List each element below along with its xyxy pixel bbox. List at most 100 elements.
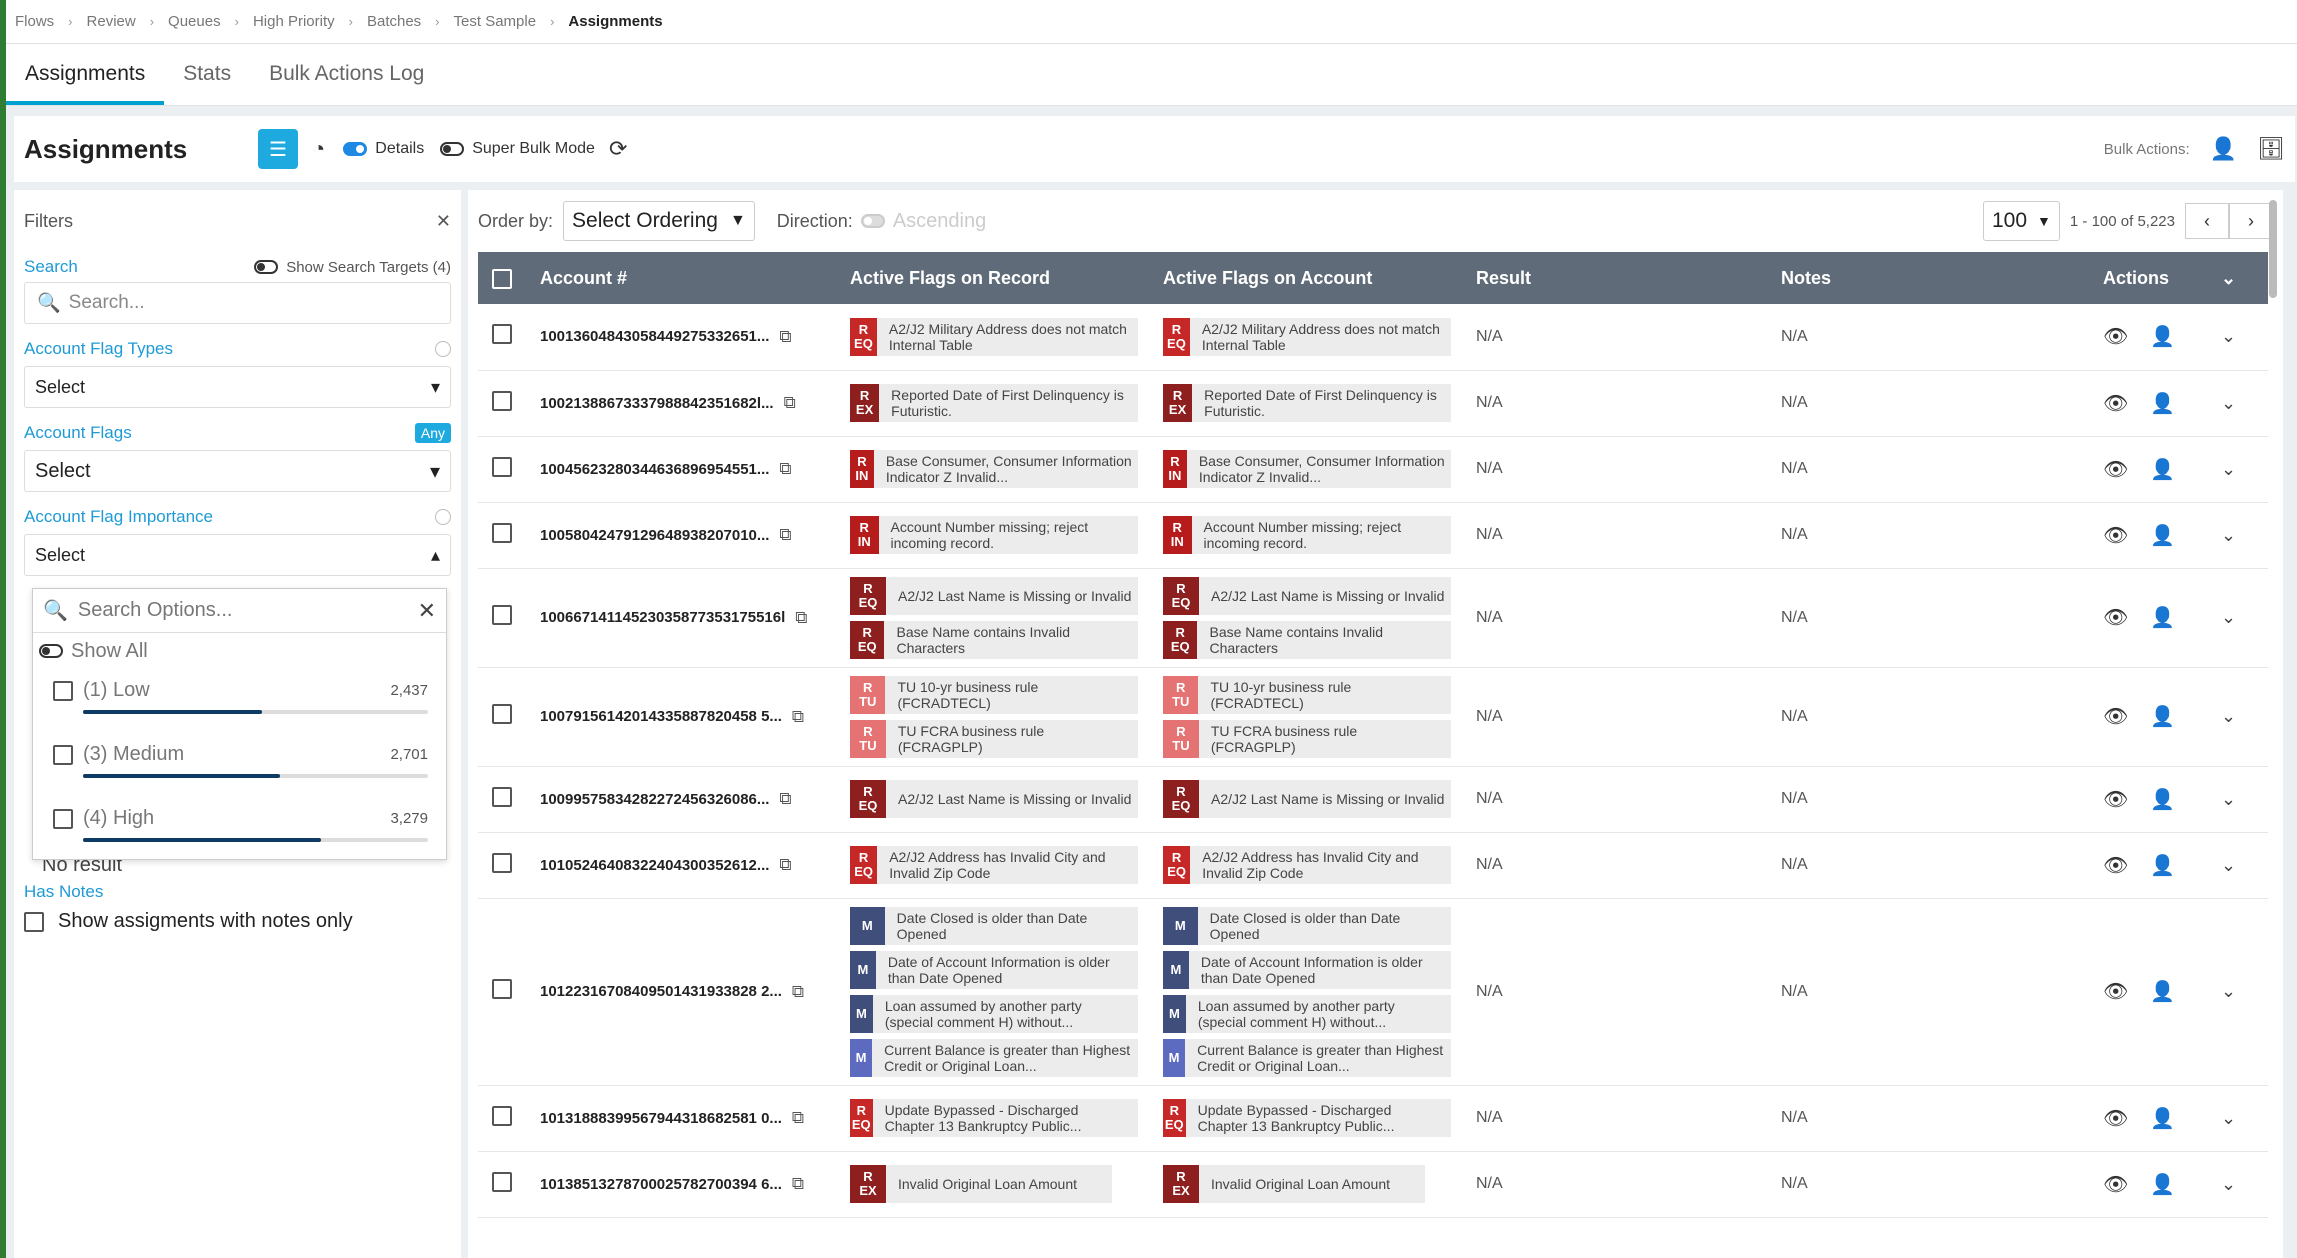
account-number[interactable]: 10021388673337988842351682l... [540,395,774,412]
flag-chip[interactable]: R IN Base Consumer, Consumer Information I… [850,450,1138,488]
copy-icon[interactable]: ⧉ [779,525,791,545]
flag-chip[interactable]: R EQ A2/J2 Military Address does not match… [1163,317,1451,356]
view-icon[interactable]: 👁 [2103,853,2128,878]
option-checkbox[interactable] [53,808,73,829]
details-toggle[interactable] [343,142,368,156]
assign-user-icon[interactable]: 👤 [2150,523,2175,548]
chevron-down-icon[interactable]: ⌄ [2221,393,2236,413]
breadcrumb-item[interactable]: High Priority [253,13,335,30]
account-number[interactable]: 10045623280344636896954551... [540,461,769,478]
account-number[interactable]: 10105246408322404300352612... [540,857,769,874]
table-row[interactable]: 10105246408322404300352612... ⧉ R EQ A2/J2 A… [478,832,2268,899]
assign-user-icon[interactable]: 👤 [2150,391,2175,416]
flag-chip[interactable]: R IN Account Number missing; reject incomi… [1163,516,1451,554]
assign-user-icon[interactable]: 👤 [2150,1106,2175,1131]
show-search-targets-toggle[interactable] [254,260,279,274]
chevron-down-icon[interactable]: ⌄ [2221,981,2236,1001]
copy-icon[interactable]: ⧉ [792,982,804,1002]
flag-chip[interactable]: M Loan assumed by another party (special … [1163,994,1451,1033]
chevron-down-icon[interactable]: ⌄ [2221,268,2236,288]
flag-chip[interactable]: R EQ Update Bypassed - Discharged Chapter … [850,1099,1138,1137]
assign-user-icon[interactable]: 👤 [2150,457,2175,482]
account-number[interactable]: 10079156142014335887820458 5... [540,708,782,725]
row-checkbox[interactable] [492,786,512,807]
copy-icon[interactable]: ⧉ [792,1108,804,1128]
flag-chip[interactable]: R EX Invalid Original Loan Amount [1163,1165,1425,1203]
flag-chip[interactable]: R EQ A2/J2 Military Address does not match… [850,317,1138,356]
flag-chip[interactable]: R EQ A2/J2 Address has Invalid City and In… [850,846,1138,884]
breadcrumb-item[interactable]: Queues [168,13,221,30]
flag-chip[interactable]: R EX Reported Date of First Delinquency is… [1163,384,1451,422]
option-checkbox[interactable] [53,680,73,701]
breadcrumb-item[interactable]: Review [87,13,136,30]
flag-chip[interactable]: R EQ A2/J2 Last Name is Missing or Invalid [1163,576,1451,615]
prev-page-button[interactable]: ‹ [2185,203,2229,239]
table-row[interactable]: 10045623280344636896954551... ⧉ R IN Base Co… [478,436,2268,503]
tab-bulk-actions-log[interactable]: Bulk Actions Log [250,43,443,105]
account-number[interactable]: 10066714114523035877353175516l [540,609,785,626]
table-row[interactable]: 10058042479129648938207010... ⧉ R IN Account… [478,502,2268,569]
row-checkbox[interactable] [492,979,512,999]
tab-assignments[interactable]: Assignments [6,43,165,105]
chevron-down-icon[interactable]: ⌄ [2221,855,2236,875]
flag-chip[interactable]: M Date of Account Information is older th… [1163,950,1451,989]
flag-chip[interactable]: M Current Balance is greater than Highest… [1163,1038,1451,1077]
chevron-down-icon[interactable]: ⌄ [2221,607,2236,627]
clear-icon[interactable]: ✕ [418,598,436,624]
importance-radio-icon[interactable] [435,509,451,525]
importance-option[interactable]: (1) Low 2,437 [33,669,446,733]
account-number[interactable]: 10138513278700025782700394 6... [540,1176,782,1193]
view-icon[interactable]: 👁 [2103,787,2128,812]
view-icon[interactable]: 👁 [2103,391,2128,416]
assign-user-icon[interactable]: 👤 [2150,605,2175,630]
scrollbar[interactable] [2269,200,2277,298]
chevron-down-icon[interactable]: ⌄ [2221,525,2236,545]
account-number[interactable]: 10058042479129648938207010... [540,527,769,544]
col-notes[interactable]: Notes [1767,252,2089,304]
refresh-icon[interactable]: ⟳ [609,136,627,162]
flag-chip[interactable]: M Date Closed is older than Date Opened [850,906,1138,945]
page-size-select[interactable]: 100 ▼ [1983,201,2060,241]
row-checkbox[interactable] [492,852,512,873]
flags-select[interactable]: Select ▾ [24,450,451,492]
view-icon[interactable]: 👁 [2103,979,2128,1004]
chevron-down-icon[interactable]: ⌄ [2221,789,2236,809]
dropdown-search-input[interactable]: 🔍 Search Options... ✕ [33,589,446,633]
flag-chip[interactable]: R TU TU 10-yr business rule (FCRADTECL) [1163,675,1451,714]
chevron-down-icon[interactable]: ⌄ [2221,1174,2236,1194]
archive-icon[interactable]: 🗄 [2257,136,2285,162]
copy-icon[interactable]: ⧉ [795,608,807,628]
table-row[interactable]: 10131888399567944318682581 0... ⧉ R EQ Updat… [478,1085,2268,1152]
assign-user-icon[interactable]: 👤 [2210,136,2237,162]
super-bulk-toggle[interactable] [440,142,465,156]
tab-stats[interactable]: Stats [164,43,250,105]
close-filters-icon[interactable]: ✕ [436,211,451,232]
chevron-down-icon[interactable]: ⌄ [2221,706,2236,726]
view-icon[interactable]: 👁 [2103,324,2128,349]
row-checkbox[interactable] [492,324,512,345]
show-all-toggle[interactable] [39,644,63,658]
col-account[interactable]: Account # [526,252,836,304]
table-row[interactable]: 10021388673337988842351682l... ⧉ R EX Report… [478,370,2268,437]
chevron-down-icon[interactable]: ⌄ [2221,326,2236,346]
view-icon[interactable]: 👁 [2103,1106,2128,1131]
breadcrumb-item[interactable]: Flows [15,13,54,30]
flag-chip[interactable]: R EX Invalid Original Loan Amount [850,1165,1112,1203]
assign-user-icon[interactable]: 👤 [2150,1172,2175,1197]
notes-only-checkbox[interactable] [24,911,44,932]
copy-icon[interactable]: ⧉ [784,393,796,413]
row-checkbox[interactable] [492,605,512,625]
table-row[interactable]: 10013604843058449275332651... ⧉ R EQ A2/J2 M… [478,304,2268,371]
row-checkbox[interactable] [492,1105,512,1126]
flag-chip[interactable]: M Loan assumed by another party (special … [850,994,1138,1033]
account-number[interactable]: 10013604843058449275332651... [540,328,769,345]
chevron-down-icon[interactable]: ⌄ [2221,1108,2236,1128]
row-checkbox[interactable] [492,390,512,411]
copy-icon[interactable]: ⧉ [779,459,791,479]
copy-icon[interactable]: ⧉ [779,855,791,875]
assign-user-icon[interactable]: 👤 [2150,787,2175,812]
copy-icon[interactable]: ⧉ [792,1174,804,1194]
row-checkbox[interactable] [492,1171,512,1192]
assign-user-icon[interactable]: 👤 [2150,979,2175,1004]
flag-chip[interactable]: R EX Reported Date of First Delinquency is… [850,384,1138,422]
